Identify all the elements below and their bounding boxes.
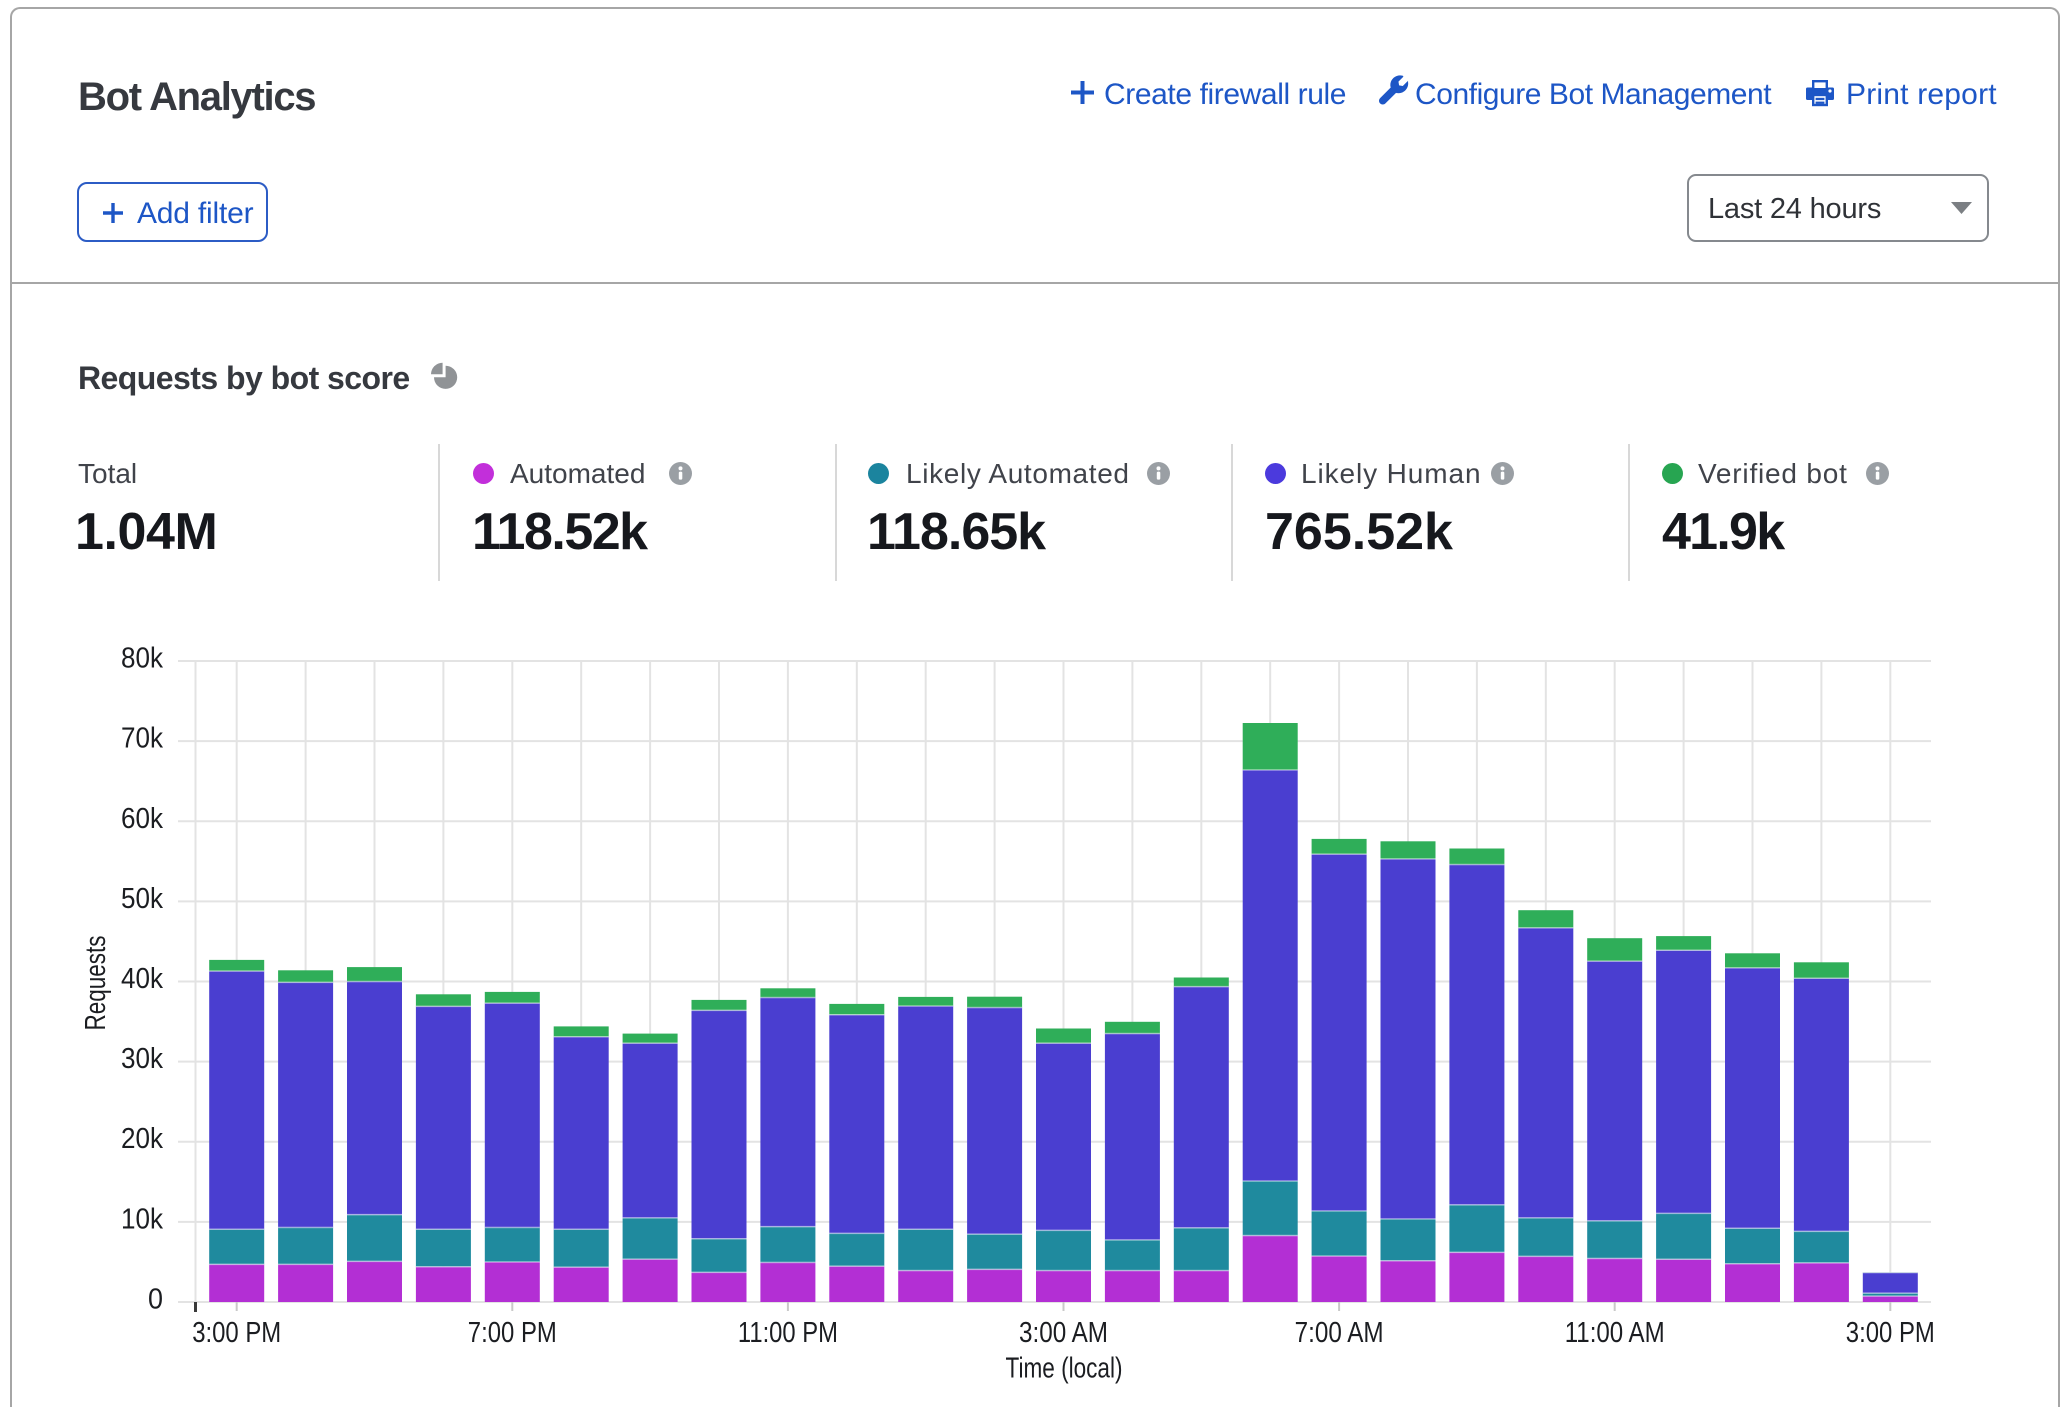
svg-text:20k: 20k — [121, 1123, 163, 1155]
svg-text:3:00 AM: 3:00 AM — [1019, 1317, 1108, 1349]
svg-text:11:00 PM: 11:00 PM — [738, 1317, 838, 1349]
svg-text:70k: 70k — [121, 723, 163, 755]
svg-text:30k: 30k — [121, 1043, 163, 1075]
svg-text:80k: 80k — [121, 643, 163, 675]
svg-text:40k: 40k — [121, 963, 163, 995]
svg-text:10k: 10k — [121, 1203, 163, 1235]
svg-text:7:00 PM: 7:00 PM — [468, 1317, 557, 1349]
svg-text:3:00 PM: 3:00 PM — [1846, 1317, 1935, 1349]
svg-text:50k: 50k — [121, 883, 163, 915]
svg-text:Requests: Requests — [80, 936, 112, 1031]
svg-text:11:00 AM: 11:00 AM — [1565, 1317, 1665, 1349]
svg-text:60k: 60k — [121, 803, 163, 835]
svg-text:3:00 PM: 3:00 PM — [192, 1317, 281, 1349]
svg-text:0: 0 — [148, 1284, 163, 1316]
svg-text:7:00 AM: 7:00 AM — [1295, 1317, 1384, 1349]
svg-text:Time (local): Time (local) — [1006, 1353, 1123, 1385]
